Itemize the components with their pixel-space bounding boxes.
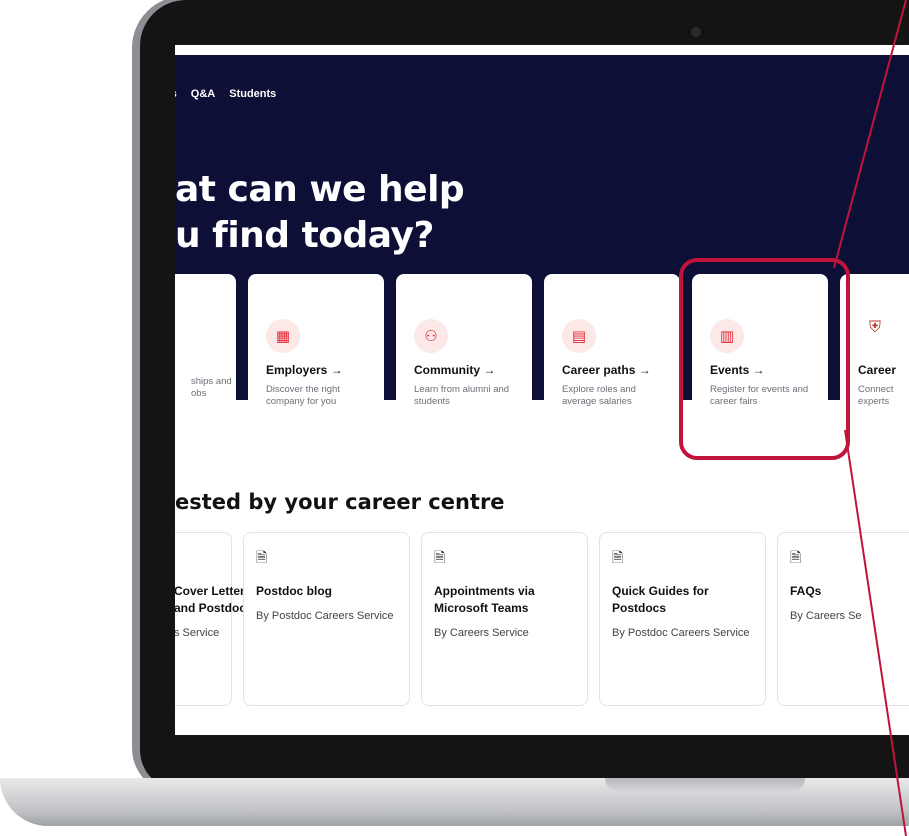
pointer-line-bottom [844, 429, 907, 836]
annotation-overlay [679, 0, 907, 836]
pointer-line-top [833, 0, 907, 269]
highlight-box [679, 258, 850, 460]
